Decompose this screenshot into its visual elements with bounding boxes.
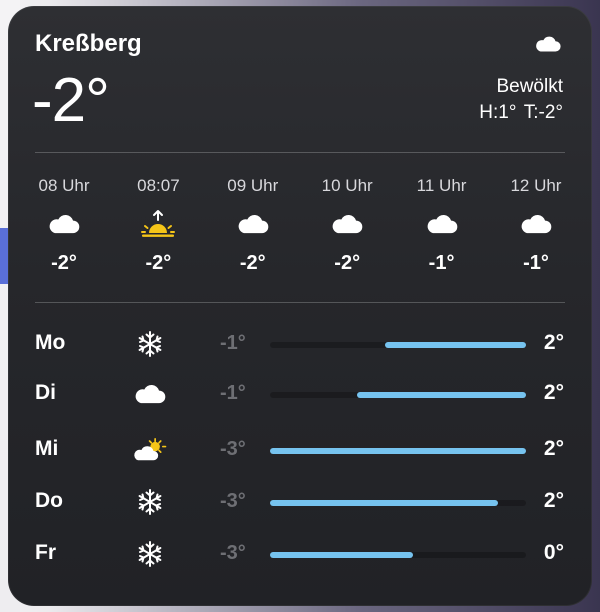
condition-label: Bewölkt [496, 76, 563, 97]
temperature-range-track [270, 342, 526, 348]
cloud-icon [47, 198, 81, 250]
weather-widget[interactable]: Kreßberg -2° Bewölkt H:1° T:-2° 08 Uhr -… [8, 6, 592, 606]
sunrise-icon [139, 198, 177, 250]
hour-time: 11 Uhr [416, 176, 467, 195]
hour-item: 11 Uhr -1° [404, 174, 480, 276]
temperature-range-bar [385, 342, 526, 348]
high-temp: H:1° [479, 102, 517, 123]
daily-row: Di -1° 2° [8, 375, 592, 415]
day-name: Mi [35, 437, 59, 460]
day-name: Di [35, 381, 56, 404]
day-name: Do [35, 489, 63, 512]
hour-item: 08:07 -2° [120, 174, 196, 276]
daily-row: Fr -3° 0° [8, 535, 592, 575]
temperature-range-bar [270, 552, 414, 558]
hour-temp: -2° [239, 252, 266, 274]
temperature-range-bar [270, 448, 526, 454]
temperature-range-track [270, 392, 526, 398]
hour-time: 08 Uhr [38, 176, 90, 195]
temperature-range-track [270, 552, 526, 558]
temperature-range-track [270, 500, 526, 506]
divider [35, 302, 565, 303]
cloud-icon [519, 198, 553, 250]
cloud-icon [132, 377, 168, 411]
current-temperature: -2° [32, 66, 110, 135]
daily-row: Mi -3° 2° [8, 431, 592, 471]
day-name: Fr [35, 541, 56, 564]
snowflake-icon [132, 327, 168, 361]
day-low: -3° [220, 490, 246, 512]
hour-time: 10 Uhr [321, 176, 373, 195]
hour-time: 08:07 [137, 176, 180, 195]
hourly-forecast: 08 Uhr -2° 08:07 -2° 09 Uhr -2° 10 Uhr -… [26, 174, 574, 276]
cloud-icon [534, 34, 562, 59]
day-high: 2° [543, 331, 564, 354]
city-name: Kreßberg [35, 30, 142, 57]
day-low: -1° [220, 332, 246, 354]
day-low: -1° [220, 382, 246, 404]
hour-item: 08 Uhr -2° [26, 174, 102, 276]
day-high: 2° [543, 381, 564, 404]
hour-time: 12 Uhr [510, 176, 562, 195]
temperature-range-bar [357, 392, 526, 398]
low-temp: T:-2° [523, 102, 563, 123]
daily-row: Do -3° 2° [8, 483, 592, 523]
daily-row: Mo -1° 2° [8, 325, 592, 365]
hour-temp: -2° [145, 252, 172, 274]
hour-temp: -2° [334, 252, 361, 274]
hour-temp: -1° [523, 252, 549, 274]
day-low: -3° [220, 542, 246, 564]
hour-item: 12 Uhr -1° [498, 174, 574, 276]
hour-time: 09 Uhr [227, 176, 279, 195]
sun-cloud-icon [132, 433, 168, 467]
divider [35, 152, 565, 153]
day-name: Mo [35, 331, 66, 354]
hour-item: 09 Uhr -2° [215, 174, 291, 276]
temperature-range-bar [270, 500, 498, 506]
day-high: 0° [543, 541, 564, 564]
day-high: 2° [543, 437, 564, 460]
hour-temp: -2° [51, 252, 77, 274]
snowflake-icon [132, 537, 168, 571]
high-low-label: H:1° T:-2° [477, 102, 563, 124]
hour-temp: -1° [428, 252, 455, 274]
cloud-icon [425, 198, 459, 250]
snowflake-icon [132, 485, 168, 519]
temperature-range-track [270, 448, 526, 454]
cloud-icon [236, 198, 270, 250]
cloud-icon [330, 198, 364, 250]
day-low: -3° [220, 438, 246, 460]
day-high: 2° [543, 489, 564, 512]
hour-item: 10 Uhr -2° [309, 174, 385, 276]
